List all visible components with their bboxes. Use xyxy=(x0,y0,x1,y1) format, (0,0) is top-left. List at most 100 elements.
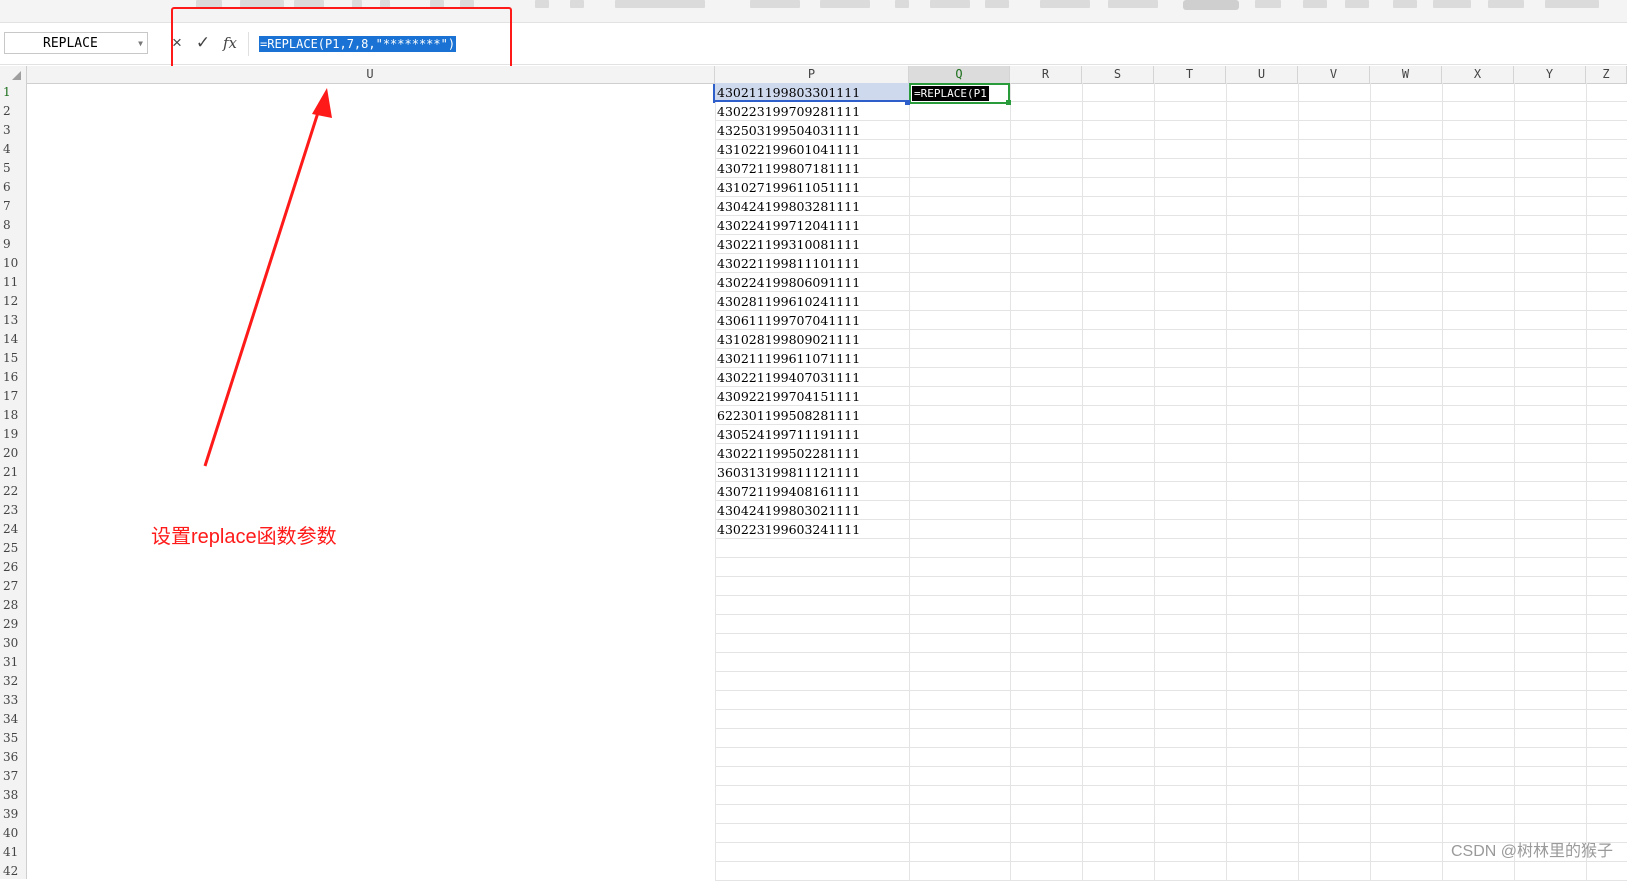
row-header[interactable]: 6 xyxy=(0,178,26,197)
row-header[interactable]: 15 xyxy=(0,349,26,368)
row-header[interactable]: 5 xyxy=(0,159,26,178)
selection-handle[interactable] xyxy=(905,100,910,105)
column-header-active[interactable]: Q xyxy=(909,66,1010,83)
row-header[interactable]: 31 xyxy=(0,653,26,672)
row-header[interactable]: 23 xyxy=(0,501,26,520)
row-header[interactable]: 24 xyxy=(0,520,26,539)
row-header[interactable]: 41 xyxy=(0,843,26,862)
row-header[interactable]: 10 xyxy=(0,254,26,273)
ribbon-item[interactable] xyxy=(1393,0,1417,8)
row-header[interactable]: 4 xyxy=(0,140,26,159)
cell-p11[interactable]: 430224199806091111 xyxy=(715,273,909,292)
row-header[interactable]: 17 xyxy=(0,387,26,406)
row-header[interactable]: 37 xyxy=(0,767,26,786)
column-header[interactable]: X xyxy=(1442,66,1514,83)
cell-p24[interactable]: 430223199603241111 xyxy=(715,520,909,539)
column-header[interactable]: Y xyxy=(1514,66,1586,83)
cell-p21[interactable]: 360313199811121111 xyxy=(715,463,909,482)
cell-p1[interactable]: 430211199803301111 xyxy=(715,83,909,102)
column-header[interactable]: U xyxy=(26,66,715,83)
cell-p16[interactable]: 430221199407031111 xyxy=(715,368,909,387)
ribbon-item[interactable] xyxy=(1040,0,1090,8)
row-header[interactable]: 2 xyxy=(0,102,26,121)
column-header[interactable]: W xyxy=(1370,66,1442,83)
ribbon-item[interactable] xyxy=(1433,0,1471,8)
active-cell-q1[interactable]: =REPLACE(P1 xyxy=(909,83,1010,104)
ribbon-item[interactable] xyxy=(930,0,970,8)
row-header[interactable]: 28 xyxy=(0,596,26,615)
cell-p15[interactable]: 430211199611071111 xyxy=(715,349,909,368)
row-header[interactable]: 25 xyxy=(0,539,26,558)
row-header[interactable]: 26 xyxy=(0,558,26,577)
column-header[interactable]: R xyxy=(1010,66,1082,83)
cell-p17[interactable]: 430922199704151111 xyxy=(715,387,909,406)
row-header[interactable]: 11 xyxy=(0,273,26,292)
ribbon-item[interactable] xyxy=(535,0,549,8)
ribbon-item[interactable] xyxy=(985,0,1009,8)
ribbon-item[interactable] xyxy=(615,0,705,8)
cell-p19[interactable]: 430524199711191111 xyxy=(715,425,909,444)
row-header[interactable]: 20 xyxy=(0,444,26,463)
row-header[interactable]: 18 xyxy=(0,406,26,425)
cell-p10[interactable]: 430221199811101111 xyxy=(715,254,909,273)
cell-p3[interactable]: 432503199504031111 xyxy=(715,121,909,140)
ribbon-item[interactable] xyxy=(570,0,584,8)
cell-p2[interactable]: 430223199709281111 xyxy=(715,102,909,121)
ribbon-item[interactable] xyxy=(1255,0,1281,8)
chevron-down-icon[interactable]: ▼ xyxy=(138,33,143,55)
row-header[interactable]: 30 xyxy=(0,634,26,653)
select-all-corner[interactable] xyxy=(0,66,27,83)
cell-p7[interactable]: 430424199803281111 xyxy=(715,197,909,216)
row-header[interactable]: 1 xyxy=(0,83,26,102)
cell-p13[interactable]: 430611199707041111 xyxy=(715,311,909,330)
ribbon-item[interactable] xyxy=(1345,0,1369,8)
row-header[interactable]: 14 xyxy=(0,330,26,349)
row-header[interactable]: 32 xyxy=(0,672,26,691)
row-header[interactable]: 27 xyxy=(0,577,26,596)
cell-p12[interactable]: 430281199610241111 xyxy=(715,292,909,311)
ribbon-item[interactable] xyxy=(1488,0,1524,8)
ribbon-item[interactable] xyxy=(895,0,909,8)
column-header[interactable]: V xyxy=(1298,66,1370,83)
column-header[interactable]: S xyxy=(1082,66,1154,83)
cell-p9[interactable]: 430221199310081111 xyxy=(715,235,909,254)
row-header[interactable]: 22 xyxy=(0,482,26,501)
cell-p5[interactable]: 430721199807181111 xyxy=(715,159,909,178)
ribbon-item[interactable] xyxy=(1108,0,1158,8)
row-header[interactable]: 13 xyxy=(0,311,26,330)
cell-p14[interactable]: 431028199809021111 xyxy=(715,330,909,349)
row-header[interactable]: 39 xyxy=(0,805,26,824)
cell-p22[interactable]: 430721199408161111 xyxy=(715,482,909,501)
row-header[interactable]: 33 xyxy=(0,691,26,710)
cell-p20[interactable]: 430221199502281111 xyxy=(715,444,909,463)
row-header[interactable]: 16 xyxy=(0,368,26,387)
cell-p6[interactable]: 431027199611051111 xyxy=(715,178,909,197)
row-header[interactable]: 29 xyxy=(0,615,26,634)
ribbon-item[interactable] xyxy=(1303,0,1327,8)
column-header[interactable]: Z xyxy=(1586,66,1627,83)
cell-p4[interactable]: 431022199601041111 xyxy=(715,140,909,159)
row-header[interactable]: 19 xyxy=(0,425,26,444)
ribbon-item[interactable] xyxy=(750,0,800,8)
row-header[interactable]: 34 xyxy=(0,710,26,729)
row-header[interactable]: 35 xyxy=(0,729,26,748)
row-header[interactable]: 7 xyxy=(0,197,26,216)
row-header[interactable]: 36 xyxy=(0,748,26,767)
column-header[interactable]: P xyxy=(715,66,909,83)
row-header[interactable]: 9 xyxy=(0,235,26,254)
row-header[interactable]: 38 xyxy=(0,786,26,805)
cell-p23[interactable]: 430424199803021111 xyxy=(715,501,909,520)
row-header[interactable]: 3 xyxy=(0,121,26,140)
row-header[interactable]: 12 xyxy=(0,292,26,311)
row-header[interactable]: 40 xyxy=(0,824,26,843)
ribbon-item[interactable] xyxy=(820,0,870,8)
column-header[interactable]: T xyxy=(1154,66,1226,83)
name-box[interactable]: REPLACE ▼ xyxy=(4,32,148,54)
row-header[interactable]: 21 xyxy=(0,463,26,482)
cell-p18[interactable]: 622301199508281111 xyxy=(715,406,909,425)
row-header[interactable]: 42 xyxy=(0,862,26,881)
ribbon-item[interactable] xyxy=(1545,0,1599,8)
ribbon-item-active[interactable] xyxy=(1183,0,1239,10)
fill-handle[interactable] xyxy=(1006,100,1011,105)
column-header[interactable]: U xyxy=(1226,66,1298,83)
